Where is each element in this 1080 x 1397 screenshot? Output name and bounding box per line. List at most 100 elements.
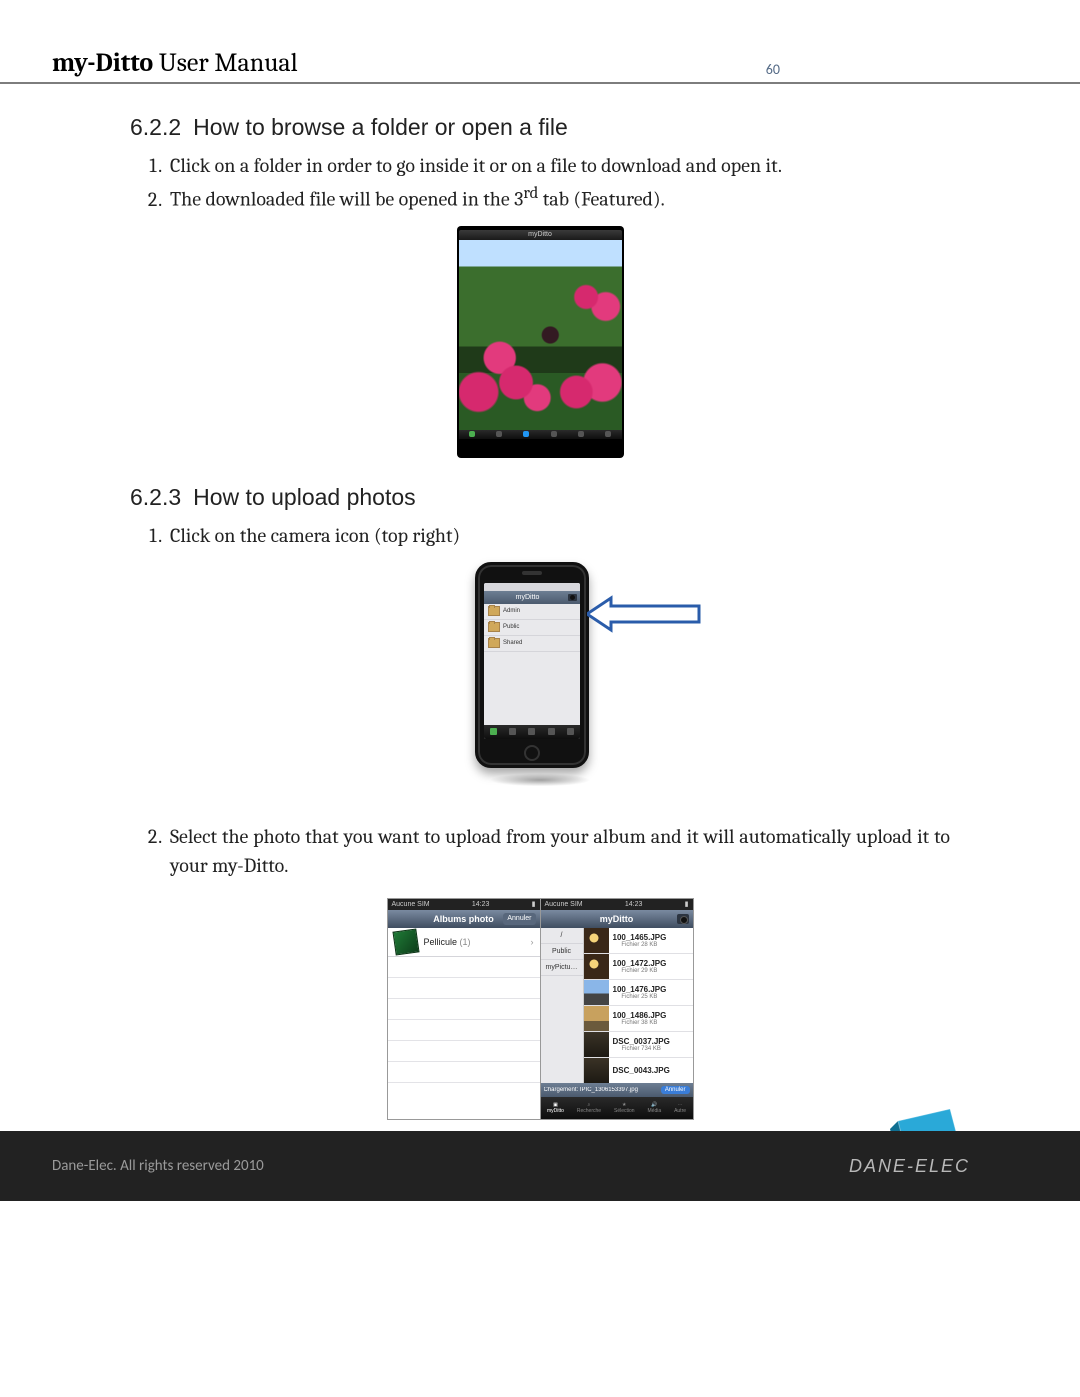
file-size: Fichier 28 KB — [613, 942, 667, 948]
carrier-label: Aucune SIM — [392, 901, 430, 908]
file-name: 100_1465.JPG — [613, 933, 667, 942]
list-item: The downloaded file will be opened in th… — [166, 182, 950, 214]
section-6-2-3-list-b: Select the photo that you want to upload… — [166, 822, 950, 880]
section-6-2-2-title: How to browse a folder or open a file — [193, 114, 568, 140]
side-nav-item[interactable]: / — [541, 928, 583, 944]
chevron-right-icon: › — [531, 937, 534, 947]
section-6-2-2-list: Click on a folder in order to go inside … — [166, 151, 950, 214]
tab-icon — [548, 728, 555, 735]
phone-nav-title: myDitto — [516, 594, 540, 601]
tab-sélection[interactable]: ★Sélection — [614, 1102, 635, 1114]
file-row[interactable]: 100_1486.JPGFichier 38 KB — [584, 1006, 693, 1032]
battery-icon: ▮ — [685, 900, 689, 908]
file-row[interactable]: 100_1476.JPGFichier 25 KB — [584, 980, 693, 1006]
folder-row[interactable]: Admin — [484, 604, 580, 620]
tab-icon — [605, 431, 611, 437]
folder-label: Shared — [503, 640, 522, 646]
folder-label: Admin — [503, 608, 520, 614]
copyright-text: Dane-Elec. All rights reserved 2010 — [52, 1157, 264, 1175]
tab-myditto[interactable]: ▣myDitto — [547, 1102, 564, 1114]
empty-row — [388, 1020, 540, 1041]
tab-icon — [496, 431, 502, 437]
section-6-2-3-heading: 6.2.3How to upload photos — [130, 484, 950, 511]
screenshot-albums: Aucune SIM 14:23 ▮ Albums photo Annuler … — [387, 898, 541, 1120]
tab-média[interactable]: 🔊Média — [648, 1102, 662, 1114]
list-item: Select the photo that you want to upload… — [166, 822, 950, 880]
file-row[interactable]: DSC_0043.JPG — [584, 1058, 693, 1083]
statusbar: Aucune SIM 14:23 ▮ — [541, 899, 693, 910]
side-nav-item[interactable]: myPictu… — [541, 960, 583, 976]
album-row[interactable]: Pellicule (1) › — [388, 928, 540, 957]
album-thumb-icon — [392, 928, 419, 955]
ordinal-suffix: rd — [523, 184, 538, 203]
time-label: 14:23 — [472, 901, 490, 908]
tab-label: Sélection — [614, 1108, 635, 1114]
file-row[interactable]: 100_1472.JPGFichier 29 KB — [584, 954, 693, 980]
cancel-button[interactable]: Annuler — [503, 913, 535, 925]
file-row[interactable]: 100_1465.JPGFichier 28 KB — [584, 928, 693, 954]
folder-row[interactable]: Public — [484, 620, 580, 636]
file-thumb-icon — [584, 928, 609, 953]
folder-icon — [488, 606, 500, 616]
upload-progress-label: Chargement: IPIC_1306153397.jpg — [544, 1087, 638, 1093]
callout-arrow-icon — [587, 594, 707, 634]
tab-icon — [469, 431, 475, 437]
phone-tabbar — [484, 725, 580, 739]
tab-icon — [490, 728, 497, 735]
file-name: 100_1486.JPG — [613, 1011, 667, 1020]
cancel-upload-button[interactable]: Annuler — [661, 1086, 690, 1094]
file-name: DSC_0043.JPG — [613, 1066, 670, 1075]
section-6-2-2-number: 6.2.2 — [130, 114, 181, 140]
tab-icon — [523, 431, 529, 437]
screenshot-myditto: Aucune SIM 14:23 ▮ myDitto / Public myPi… — [541, 898, 694, 1120]
page-number: 60 — [766, 61, 780, 78]
tab-icon — [509, 728, 516, 735]
doc-title-rest: User Manual — [153, 48, 298, 78]
tab-icon — [578, 431, 584, 437]
phone-screen: myDitto Admin Public Shared — [484, 583, 580, 739]
phone-shadow — [475, 772, 605, 792]
phone-statusbar — [484, 583, 580, 591]
file-row[interactable]: DSC_0037.JPGFichier 734 KB — [584, 1032, 693, 1058]
folder-icon — [488, 638, 500, 648]
files-list: 100_1465.JPGFichier 28 KB100_1472.JPGFic… — [584, 928, 693, 1083]
empty-row — [388, 1083, 540, 1097]
tab-label: Recherche — [577, 1108, 601, 1114]
phone-navbar: myDitto — [484, 591, 580, 604]
tablet-photo — [459, 240, 622, 430]
nav-title: myDitto — [600, 914, 634, 924]
file-size: Fichier 29 KB — [613, 968, 667, 974]
doc-title-bold: my-Ditto — [52, 48, 153, 78]
section-6-2-2-heading: 6.2.2 How to browse a folder or open a fi… — [130, 114, 950, 141]
side-nav-item[interactable]: Public — [541, 944, 583, 960]
tablet-frame: myDitto — [457, 226, 624, 458]
tab-label: myDitto — [547, 1108, 564, 1114]
empty-row — [388, 1041, 540, 1062]
figure-2: myDitto Admin Public Shared — [130, 562, 950, 796]
file-thumb-icon — [584, 954, 609, 979]
tab-recherche[interactable]: ⌕Recherche — [577, 1102, 601, 1114]
nav-title: Albums photo — [433, 914, 494, 924]
page-footer: Dane-Elec. All rights reserved 2010 DANE… — [0, 1131, 1080, 1201]
tablet-titlebar: myDitto — [459, 230, 622, 240]
tabbar: ▣myDitto ⌕Recherche ★Sélection 🔊Média ⋯Autre — [541, 1097, 693, 1119]
navbar: myDitto — [541, 910, 693, 928]
camera-icon[interactable] — [677, 914, 689, 924]
tab-icon — [567, 728, 574, 735]
empty-row — [388, 999, 540, 1020]
navbar: Albums photo Annuler — [388, 910, 540, 928]
tab-label: Média — [648, 1108, 662, 1114]
battery-icon: ▮ — [532, 900, 536, 908]
tab-autre[interactable]: ⋯Autre — [674, 1102, 686, 1114]
empty-row — [388, 957, 540, 978]
camera-icon[interactable] — [568, 594, 577, 601]
page-header: my-Ditto User Manual 60 — [0, 0, 1080, 84]
carrier-label: Aucune SIM — [545, 901, 583, 908]
figure-3: Aucune SIM 14:23 ▮ Albums photo Annuler … — [130, 892, 950, 1120]
file-thumb-icon — [584, 1032, 609, 1057]
doc-title: my-Ditto User Manual — [52, 48, 298, 78]
section-6-2-3-number: 6.2.3 — [130, 484, 181, 510]
file-size: Fichier 25 KB — [613, 994, 667, 1000]
file-size: Fichier 38 KB — [613, 1020, 667, 1026]
folder-row[interactable]: Shared — [484, 636, 580, 652]
